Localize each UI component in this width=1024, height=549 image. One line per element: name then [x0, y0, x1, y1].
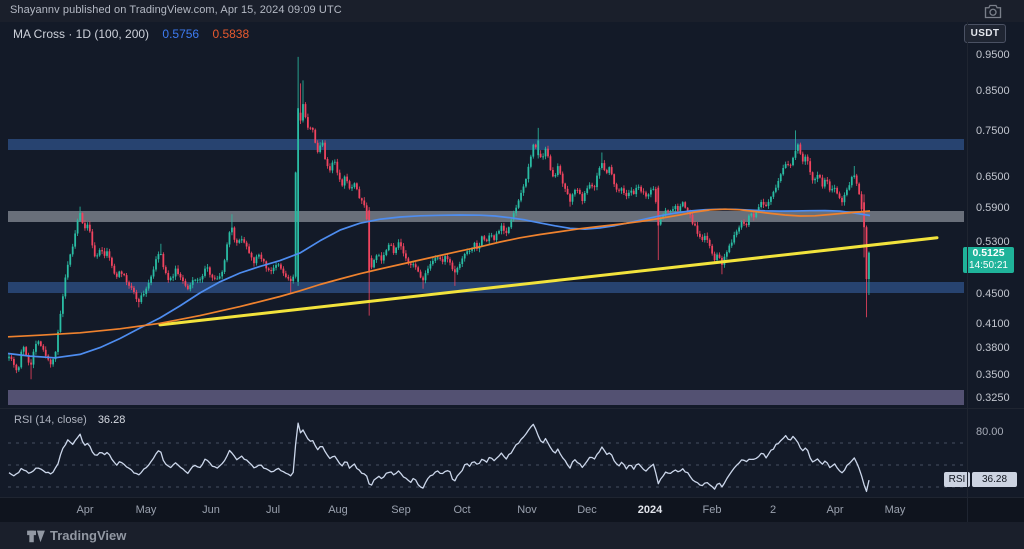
time-axis-label: Dec	[565, 504, 609, 516]
price-axis-label: 0.4100	[976, 318, 1010, 330]
time-axis-label: May	[873, 504, 917, 516]
rsi-legend-title[interactable]: RSI (14, close)	[14, 414, 87, 426]
tradingview-published-chart: Shayannv published on TradingView.com, A…	[0, 0, 1024, 549]
ma100-value: 0.5756	[162, 27, 199, 41]
time-axis-label: 2024	[628, 504, 672, 516]
time-axis-label: Apr	[813, 504, 857, 516]
time-axis-label: Jul	[251, 504, 295, 516]
time-axis-label: 2	[751, 504, 795, 516]
time-axis-label: Feb	[690, 504, 734, 516]
footer-bar: TradingView	[0, 522, 1024, 549]
price-axis-label: 0.7500	[976, 125, 1010, 137]
rsi-legend-value: 36.28	[98, 414, 126, 426]
indicator-legend[interactable]: MA Cross · 1D (100, 200) 0.5756 0.5838	[13, 27, 249, 41]
price-axis-label: 0.5900	[976, 202, 1010, 214]
rsi-legend[interactable]: RSI (14, close) 36.28	[14, 414, 125, 426]
price-axis-label: 0.3800	[976, 342, 1010, 354]
overlay-labels: MA Cross · 1D (100, 200) 0.5756 0.5838 U…	[0, 0, 1024, 549]
price-axis-label: 0.6500	[976, 171, 1010, 183]
rsi-scale-label: 80.00	[976, 426, 1004, 438]
time-axis-label: Nov	[505, 504, 549, 516]
axis-separator	[967, 22, 968, 522]
tradingview-wordmark[interactable]: TradingView	[50, 528, 126, 543]
time-axis-label: Apr	[63, 504, 107, 516]
time-axis-label: May	[124, 504, 168, 516]
time-axis-label: Jun	[189, 504, 233, 516]
price-axis-label: 0.8500	[976, 85, 1010, 97]
time-axis[interactable]: Apr May Jun Jul Aug Sep Oct Nov Dec 2024 Feb 2 Apr Ma…	[0, 498, 1024, 522]
rsi-badge-value: 36.28	[972, 472, 1017, 487]
pane-divider-bottom[interactable]	[0, 497, 1024, 498]
time-axis-label: Sep	[379, 504, 423, 516]
ma200-value: 0.5838	[212, 27, 249, 41]
current-price-value: 0.5125	[963, 247, 1014, 260]
time-axis-label: Oct	[440, 504, 484, 516]
legend-title[interactable]: MA Cross · 1D (100, 200)	[13, 27, 149, 41]
price-axis-label: 0.4500	[976, 288, 1010, 300]
price-axis-label: 0.9500	[976, 49, 1010, 61]
current-price-badge: 0.5125 14:50:21	[963, 247, 1014, 273]
time-axis-label: Aug	[316, 504, 360, 516]
price-axis-label: 0.3250	[976, 392, 1010, 404]
tradingview-logo-icon[interactable]	[27, 528, 45, 544]
pane-divider[interactable]	[0, 408, 1024, 409]
bar-countdown: 14:50:21	[963, 260, 1014, 272]
quote-currency-badge[interactable]: USDT	[964, 24, 1006, 43]
price-axis-label: 0.3500	[976, 369, 1010, 381]
